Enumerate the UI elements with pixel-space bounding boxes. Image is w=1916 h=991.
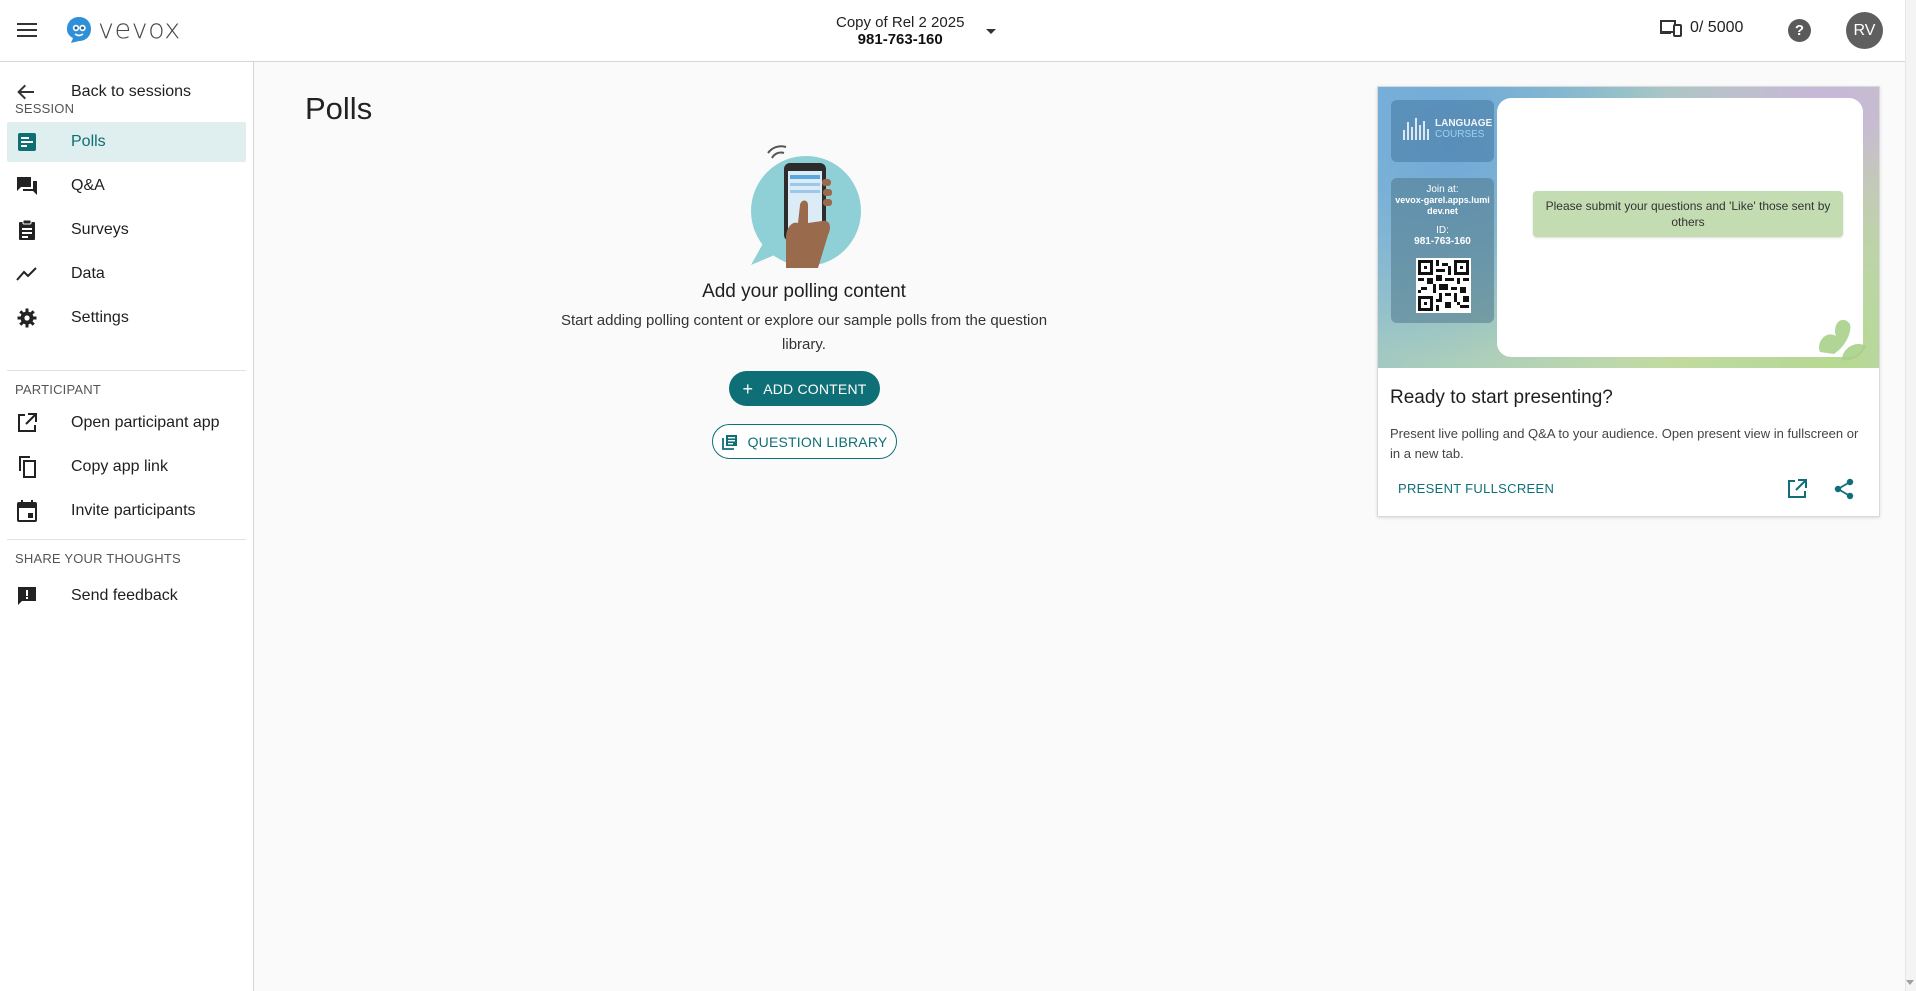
preview-logo-line2: COURSES: [1435, 129, 1485, 140]
preview-decoration: [1819, 319, 1866, 361]
caret-down-icon[interactable]: [986, 28, 997, 34]
open-external-icon: [16, 412, 38, 434]
present-card-title: Ready to start presenting?: [1390, 387, 1613, 408]
surveys-icon: [16, 219, 38, 241]
sidebar-divider: [7, 539, 246, 540]
sidebar-item-send-feedback[interactable]: Send feedback: [7, 576, 246, 616]
preview-logo-line1: LANGUAGE: [1435, 118, 1493, 129]
plus-icon: +: [742, 378, 754, 399]
sidebar-item-surveys[interactable]: Surveys: [7, 210, 246, 250]
preview-id-label: ID:: [1436, 225, 1449, 236]
empty-state-description: Start adding polling content or explore …: [560, 312, 1048, 353]
menu-icon[interactable]: [14, 17, 40, 43]
sidebar-item-label: Q&A: [71, 177, 105, 194]
section-label-session: SESSION: [15, 101, 75, 116]
sidebar-item-invite-participants[interactable]: Invite participants: [7, 491, 246, 531]
preview-logo-text: LANGUAGE COURSES: [1435, 118, 1492, 140]
session-selector[interactable]: Copy of Rel 2 2025 981-763-160: [836, 14, 997, 48]
logo-text: vevox: [98, 14, 181, 45]
sidebar-item-label: Copy app link: [71, 458, 168, 475]
preview-url: vevox-garel.apps.lumidev.net: [1395, 195, 1490, 216]
sidebar-item-polls[interactable]: Polls: [7, 122, 246, 162]
sidebar-item-label: Polls: [71, 133, 106, 150]
sidebar-item-qa[interactable]: Q&A: [7, 166, 246, 206]
preview-join-box: Join at: vevox-garel.apps.lumidev.net ID…: [1391, 178, 1494, 323]
session-name: Copy of Rel 2 2025: [836, 14, 965, 31]
preview-message: Please submit your questions and 'Like' …: [1533, 191, 1843, 237]
vevox-logo[interactable]: vevox: [66, 14, 181, 45]
empty-state-title: Add your polling content: [702, 281, 906, 302]
sidebar-item-label: Open participant app: [71, 414, 220, 431]
devices-icon: [1660, 20, 1682, 37]
preview-logo-box: LANGUAGE COURSES: [1391, 100, 1494, 162]
preview-join-label: Join at:: [1426, 184, 1459, 195]
share-icon[interactable]: [1832, 477, 1856, 501]
session-id: 981-763-160: [857, 31, 943, 48]
present-card: LANGUAGE COURSES Join at: vevox-garel.ap…: [1377, 86, 1880, 517]
polls-icon: [16, 131, 38, 153]
sidebar-item-settings[interactable]: Settings: [7, 298, 246, 338]
section-label-participant: PARTICIPANT: [15, 382, 101, 397]
sidebar-divider: [7, 370, 246, 371]
participant-count-text: 0/ 5000: [1690, 19, 1744, 36]
section-label-share-your-thoughts: SHARE YOUR THOUGHTS: [15, 551, 181, 566]
top-app-bar: vevox Copy of Rel 2 2025 981-763-160 0/ …: [0, 0, 1905, 62]
preview-logo-bars: [1403, 118, 1429, 140]
arrow-back-icon: [17, 84, 34, 100]
present-card-description: Present live polling and Q&A to your aud…: [1390, 426, 1859, 461]
calendar-icon: [16, 500, 38, 522]
qa-icon: [16, 175, 38, 197]
add-content-button[interactable]: + ADD CONTENT: [729, 371, 880, 406]
polling-illustration: [746, 143, 866, 268]
sidebar-item-copy-app-link[interactable]: Copy app link: [7, 447, 246, 487]
sidebar-item-label: Surveys: [71, 221, 129, 238]
open-in-new-tab-icon[interactable]: [1785, 477, 1809, 501]
vevox-logo-icon: [67, 16, 91, 43]
add-content-label: ADD CONTENT: [763, 380, 867, 397]
scroll-down-arrow-icon[interactable]: [1906, 980, 1914, 985]
avatar[interactable]: RV: [1846, 12, 1883, 49]
data-icon: [16, 263, 38, 285]
present-fullscreen-button[interactable]: PRESENT FULLSCREEN: [1398, 481, 1554, 496]
feedback-icon: [16, 585, 38, 607]
question-library-button[interactable]: QUESTION LIBRARY: [712, 424, 897, 459]
sidebar-item-data[interactable]: Data: [7, 254, 246, 294]
sidebar-item-open-participant-app[interactable]: Open participant app: [7, 403, 246, 443]
copy-icon: [16, 456, 38, 478]
preview-id: 981-763-160: [1414, 236, 1471, 247]
back-to-sessions-label: Back to sessions: [71, 83, 192, 100]
library-icon: [721, 434, 737, 450]
sidebar-item-label: Send feedback: [71, 587, 178, 604]
qr-code-icon: [1416, 258, 1471, 313]
sidebar: Back to sessions SESSION Polls Q&A Surve…: [0, 62, 254, 991]
scrollbar[interactable]: [1905, 0, 1916, 991]
sidebar-item-label: Settings: [71, 309, 129, 326]
sidebar-item-label: Invite participants: [71, 502, 196, 519]
help-icon[interactable]: ?: [1788, 19, 1811, 42]
present-preview: LANGUAGE COURSES Join at: vevox-garel.ap…: [1378, 87, 1879, 368]
sidebar-item-label: Data: [71, 265, 105, 282]
page-title: Polls: [305, 91, 373, 126]
gear-icon: [16, 307, 38, 329]
question-library-label: QUESTION LIBRARY: [747, 433, 888, 450]
participant-count: 0/ 5000: [1660, 19, 1743, 37]
